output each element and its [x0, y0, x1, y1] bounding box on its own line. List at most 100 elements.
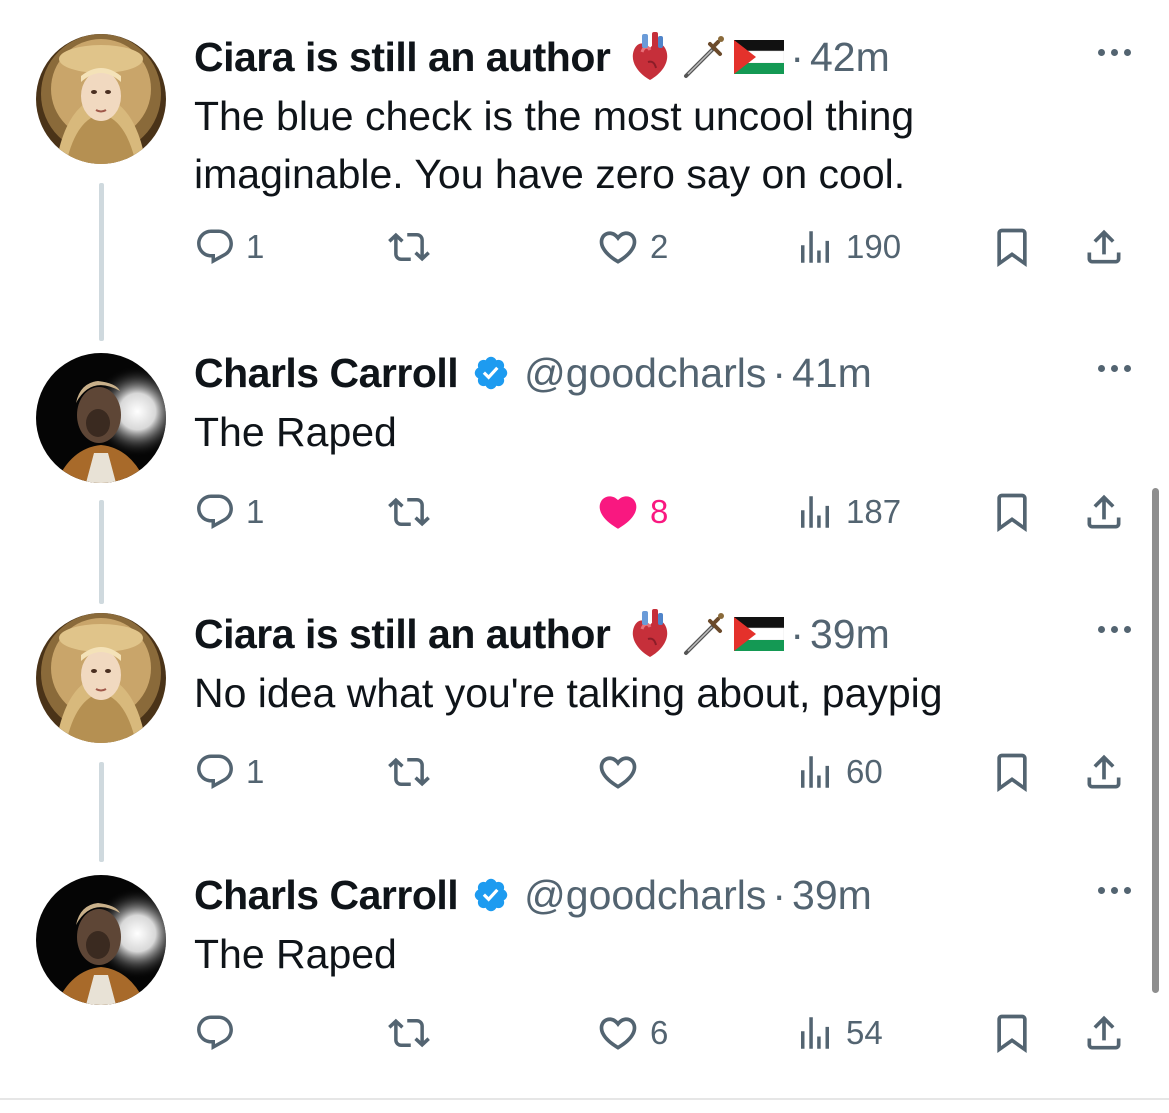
name-emojis: [628, 609, 785, 659]
reply-icon: [197, 754, 233, 789]
share-icon: [1087, 754, 1121, 789]
tweet-text: The blue check is the most uncool thing …: [194, 93, 915, 197]
views-button[interactable]: 54: [794, 1003, 883, 1063]
bookmark-button[interactable]: [990, 217, 1034, 277]
tweet[interactable]: Charls Carroll @goodcharls · 39m The Rap…: [0, 865, 1169, 1065]
more-options-icon[interactable]: [1098, 365, 1131, 372]
reply-count: 1: [246, 753, 265, 790]
tweet-actions: 6 54: [194, 1003, 1144, 1063]
views-button[interactable]: 187: [794, 482, 901, 542]
retweet-button[interactable]: [388, 482, 440, 542]
reply-icon: [197, 1015, 233, 1050]
heart-filled-icon: [599, 496, 637, 529]
reply-button[interactable]: [194, 1003, 246, 1063]
display-name[interactable]: Charls Carroll: [194, 350, 459, 397]
bookmark-icon: [997, 228, 1027, 268]
reply-count: 1: [246, 493, 265, 530]
like-count: 2: [650, 228, 669, 265]
views-button[interactable]: 60: [794, 742, 883, 802]
timestamp[interactable]: 41m: [792, 350, 872, 397]
bookmark-icon: [997, 493, 1027, 533]
more-options-icon[interactable]: [1098, 626, 1131, 633]
name-emojis: [628, 32, 785, 82]
avatar[interactable]: [36, 34, 166, 164]
timestamp[interactable]: 42m: [810, 34, 890, 81]
share-icon: [1087, 229, 1121, 264]
reply-button[interactable]: 1: [194, 482, 264, 542]
retweet-button[interactable]: [388, 1003, 440, 1063]
bookmark-icon: [997, 753, 1027, 793]
retweet-icon: [388, 232, 430, 262]
bookmark-button[interactable]: [990, 482, 1034, 542]
retweet-button[interactable]: [388, 217, 440, 277]
tweet[interactable]: Charls Carroll @goodcharls · 41m The Rap…: [0, 343, 1169, 543]
heart-outline-icon: [599, 231, 637, 264]
share-icon: [1087, 494, 1121, 529]
tweet-actions: 1 2 190: [194, 217, 1144, 277]
separator-dot: ·: [772, 349, 787, 396]
views-chart-icon: [801, 756, 829, 788]
bookmark-button[interactable]: [990, 742, 1034, 802]
separator-dot: ·: [772, 871, 787, 918]
like-count: 6: [650, 1014, 669, 1051]
tweet-header: Ciara is still an author: [194, 27, 890, 87]
display-name[interactable]: Ciara is still an author: [194, 34, 611, 81]
like-button[interactable]: 6: [596, 1003, 668, 1063]
share-button[interactable]: [1082, 217, 1126, 277]
views-chart-icon: [801, 496, 829, 528]
views-chart-icon: [801, 231, 829, 263]
avatar[interactable]: [36, 353, 166, 483]
timestamp[interactable]: 39m: [792, 872, 872, 919]
user-handle[interactable]: @goodcharls: [524, 872, 766, 919]
tweet[interactable]: Ciara is still an author: [0, 604, 1169, 804]
like-button[interactable]: 8: [596, 482, 668, 542]
bookmark-button[interactable]: [990, 1003, 1034, 1063]
reply-button[interactable]: 1: [194, 742, 264, 802]
display-name[interactable]: Ciara is still an author: [194, 611, 611, 658]
tweet[interactable]: Ciara is still an author: [0, 27, 1169, 297]
display-name[interactable]: Charls Carroll: [194, 872, 459, 919]
verified-badge-icon: [474, 356, 508, 390]
separator-dot: ·: [790, 33, 804, 80]
heart-outline-icon: [599, 1017, 637, 1050]
views-count: 190: [846, 228, 902, 265]
more-options-icon[interactable]: [1098, 887, 1131, 894]
tweet-header: Charls Carroll @goodcharls · 39m: [194, 865, 872, 925]
separator-dot: ·: [790, 610, 804, 657]
anatomical-heart-icon: [633, 609, 668, 657]
tweet-actions: 1 60: [194, 742, 1144, 802]
tweet-header: Charls Carroll @goodcharls · 41m: [194, 343, 872, 403]
reply-count: 1: [246, 228, 265, 265]
views-count: 60: [846, 753, 883, 790]
palestine-flag-icon: [734, 617, 785, 651]
dagger-icon: [684, 613, 725, 655]
share-button[interactable]: [1082, 1003, 1126, 1063]
reply-icon: [197, 494, 233, 529]
heart-outline-icon: [599, 756, 637, 789]
user-handle[interactable]: @goodcharls: [524, 350, 766, 397]
like-count: 8: [650, 493, 669, 530]
like-button[interactable]: 2: [596, 217, 668, 277]
divider: [0, 1098, 1169, 1100]
share-button[interactable]: [1082, 482, 1126, 542]
retweet-button[interactable]: [388, 742, 440, 802]
more-options-icon[interactable]: [1098, 49, 1131, 56]
views-count: 54: [846, 1014, 883, 1051]
views-button[interactable]: 190: [794, 217, 901, 277]
reply-icon: [197, 229, 233, 264]
tweet-text: The Raped: [194, 409, 397, 455]
verified-badge-icon: [474, 878, 508, 912]
share-icon: [1087, 1015, 1121, 1050]
timestamp[interactable]: 39m: [810, 611, 890, 658]
bookmark-icon: [997, 1014, 1027, 1054]
avatar[interactable]: [36, 613, 166, 743]
reply-button[interactable]: 1: [194, 217, 264, 277]
avatar[interactable]: [36, 875, 166, 1005]
like-button[interactable]: [596, 742, 650, 802]
retweet-icon: [388, 757, 430, 787]
palestine-flag-icon: [734, 40, 785, 74]
scrollbar[interactable]: [1152, 488, 1159, 993]
retweet-icon: [388, 497, 430, 527]
dagger-icon: [684, 36, 725, 78]
share-button[interactable]: [1082, 742, 1126, 802]
